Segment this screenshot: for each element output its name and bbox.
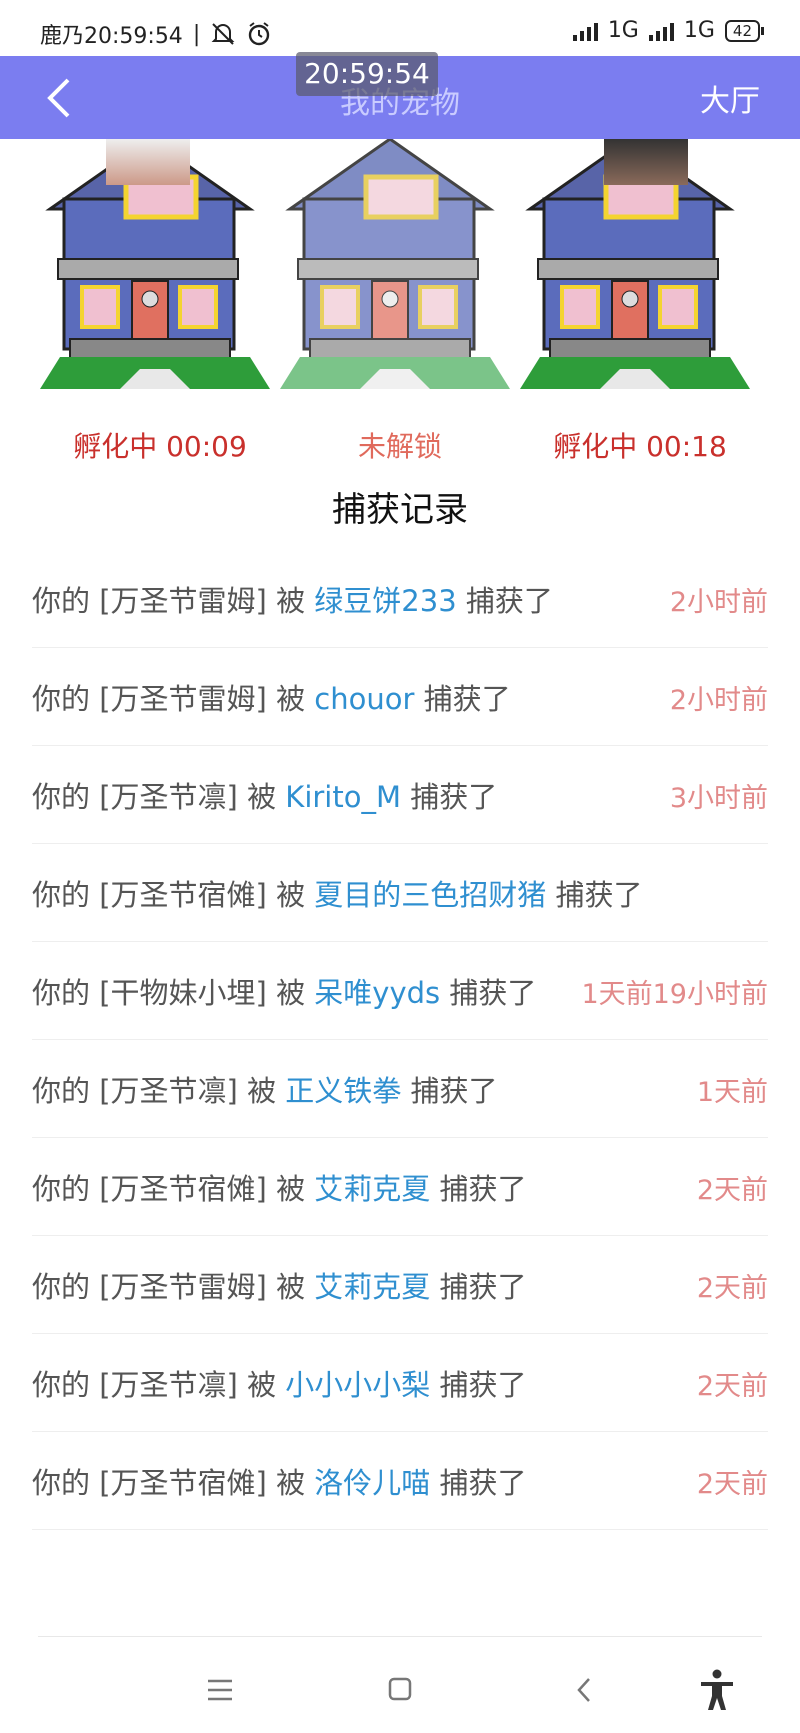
record-time: 3小时前 bbox=[669, 783, 768, 814]
signal-icon-2 bbox=[648, 21, 674, 41]
record-prefix: 你的 [干物妹小埋] 被 bbox=[32, 976, 315, 1010]
catcher-name[interactable]: 小小小小梨 bbox=[285, 1368, 430, 1402]
status-bar: 鹿乃20:59:54 | 1G 1G 42 bbox=[0, 0, 800, 56]
pet-houses: 孵化中 00:09 未解锁 孵化中 00:18 bbox=[0, 139, 800, 469]
record-suffix: 捕获了 bbox=[430, 1270, 527, 1304]
catcher-name[interactable]: Kirito_M bbox=[285, 780, 401, 814]
system-nav-bar bbox=[0, 1637, 800, 1733]
record-suffix: 捕获了 bbox=[430, 1466, 527, 1500]
lobby-button[interactable]: 大厅 bbox=[700, 76, 760, 120]
section-title: 捕获记录 bbox=[332, 490, 468, 530]
accessibility-icon bbox=[701, 1669, 733, 1710]
record-prefix: 你的 [万圣节雷姆] 被 bbox=[32, 584, 315, 618]
pet-avatar bbox=[604, 139, 688, 185]
pet-avatar bbox=[106, 139, 190, 185]
record-prefix: 你的 [万圣节宿傩] 被 bbox=[32, 1466, 315, 1500]
menu-button[interactable] bbox=[195, 1665, 245, 1715]
catcher-name[interactable]: 艾莉克夏 bbox=[314, 1270, 430, 1304]
house-status: 孵化中 00:18 bbox=[553, 430, 727, 463]
house-slot-1[interactable]: 孵化中 00:09 bbox=[40, 139, 280, 469]
menu-icon bbox=[208, 1679, 232, 1701]
record-time: 2天前 bbox=[696, 1371, 768, 1402]
record-suffix: 捕获了 bbox=[430, 1368, 527, 1402]
record-suffix: 捕获了 bbox=[401, 780, 498, 814]
back-chevron-icon bbox=[577, 1678, 590, 1702]
house-icon bbox=[280, 139, 510, 389]
house-status: 未解锁 bbox=[357, 430, 442, 463]
record-suffix: 捕获了 bbox=[440, 976, 537, 1010]
record-suffix: 捕获了 bbox=[546, 878, 643, 912]
catcher-name[interactable]: 夏目的三色招财猪 bbox=[314, 878, 546, 912]
list-item[interactable]: 你的 [万圣节宿傩] 被 洛伶儿喵 捕获了 2天前 bbox=[32, 1432, 768, 1530]
clock-overlay: 20:59:54 bbox=[296, 52, 438, 96]
list-item[interactable]: 你的 [万圣节雷姆] 被 艾莉克夏 捕获了 2天前 bbox=[32, 1236, 768, 1334]
house-status: 孵化中 00:09 bbox=[73, 430, 247, 463]
home-square-icon bbox=[388, 1677, 412, 1701]
record-prefix: 你的 [万圣节宿傩] 被 bbox=[32, 1172, 315, 1206]
list-item[interactable]: 你的 [万圣节雷姆] 被 绿豆饼233 捕获了 2小时前 bbox=[32, 550, 768, 648]
record-time: 1天前19小时前 bbox=[581, 979, 768, 1010]
home-button[interactable] bbox=[375, 1665, 425, 1715]
status-time: 鹿乃20:59:54 bbox=[40, 24, 183, 49]
list-item[interactable]: 你的 [万圣节凛] 被 正义铁拳 捕获了 1天前 bbox=[32, 1040, 768, 1138]
list-item[interactable]: 你的 [万圣节宿傩] 被 艾莉克夏 捕获了 2天前 bbox=[32, 1138, 768, 1236]
catcher-name[interactable]: 呆唯yyds bbox=[314, 976, 440, 1010]
catcher-name[interactable]: 正义铁拳 bbox=[285, 1074, 401, 1108]
record-suffix: 捕获了 bbox=[456, 584, 553, 618]
system-back-button[interactable] bbox=[560, 1665, 610, 1715]
record-time: 2天前 bbox=[696, 1175, 768, 1206]
catcher-name[interactable]: chouor bbox=[314, 682, 414, 716]
catcher-name[interactable]: 洛伶儿喵 bbox=[314, 1466, 430, 1500]
record-suffix: 捕获了 bbox=[430, 1172, 527, 1206]
record-time: 2小时前 bbox=[669, 685, 768, 716]
record-prefix: 你的 [万圣节宿傩] 被 bbox=[32, 878, 315, 912]
list-item[interactable]: 你的 [干物妹小埋] 被 呆唯yyds 捕获了 1天前19小时前 bbox=[32, 942, 768, 1040]
alarm-clock-icon bbox=[249, 22, 270, 46]
record-time: 2天前 bbox=[696, 1469, 768, 1500]
record-prefix: 你的 [万圣节凛] 被 bbox=[32, 780, 286, 814]
battery-icon: 42 bbox=[724, 19, 765, 42]
catcher-name[interactable]: 绿豆饼233 bbox=[314, 584, 456, 618]
list-item[interactable]: 你的 [万圣节凛] 被 小小小小梨 捕获了 2天前 bbox=[32, 1334, 768, 1432]
record-prefix: 你的 [万圣节雷姆] 被 bbox=[32, 682, 315, 716]
accessibility-button[interactable] bbox=[692, 1665, 742, 1715]
record-suffix: 捕获了 bbox=[401, 1074, 498, 1108]
record-time: 2天前 bbox=[696, 1273, 768, 1304]
status-separator: | bbox=[192, 21, 201, 47]
signal-icon bbox=[572, 21, 598, 41]
list-item[interactable]: 你的 [万圣节宿傩] 被 夏目的三色招财猪 捕获了 bbox=[32, 844, 768, 942]
mute-bell-icon bbox=[211, 23, 235, 45]
record-suffix: 捕获了 bbox=[414, 682, 511, 716]
list-item[interactable]: 你的 [万圣节凛] 被 Kirito_M 捕获了 3小时前 bbox=[32, 746, 768, 844]
status-right: 1G 1G 42 bbox=[572, 18, 765, 43]
house-slot-2[interactable]: 未解锁 bbox=[280, 139, 520, 469]
capture-records-list: 你的 [万圣节雷姆] 被 绿豆饼233 捕获了 2小时前 你的 [万圣节雷姆] … bbox=[32, 550, 768, 1530]
network-label-2: 1G bbox=[683, 18, 715, 43]
status-left: 鹿乃20:59:54 | bbox=[40, 18, 272, 50]
network-label-1: 1G bbox=[607, 18, 639, 43]
record-time: 1天前 bbox=[696, 1077, 768, 1108]
list-item[interactable]: 你的 [万圣节雷姆] 被 chouor 捕获了 2小时前 bbox=[32, 648, 768, 746]
record-time: 2小时前 bbox=[669, 587, 768, 618]
catcher-name[interactable]: 艾莉克夏 bbox=[314, 1172, 430, 1206]
record-prefix: 你的 [万圣节凛] 被 bbox=[32, 1074, 286, 1108]
record-prefix: 你的 [万圣节雷姆] 被 bbox=[32, 1270, 315, 1304]
record-prefix: 你的 [万圣节凛] 被 bbox=[32, 1368, 286, 1402]
house-slot-3[interactable]: 孵化中 00:18 bbox=[520, 139, 760, 469]
